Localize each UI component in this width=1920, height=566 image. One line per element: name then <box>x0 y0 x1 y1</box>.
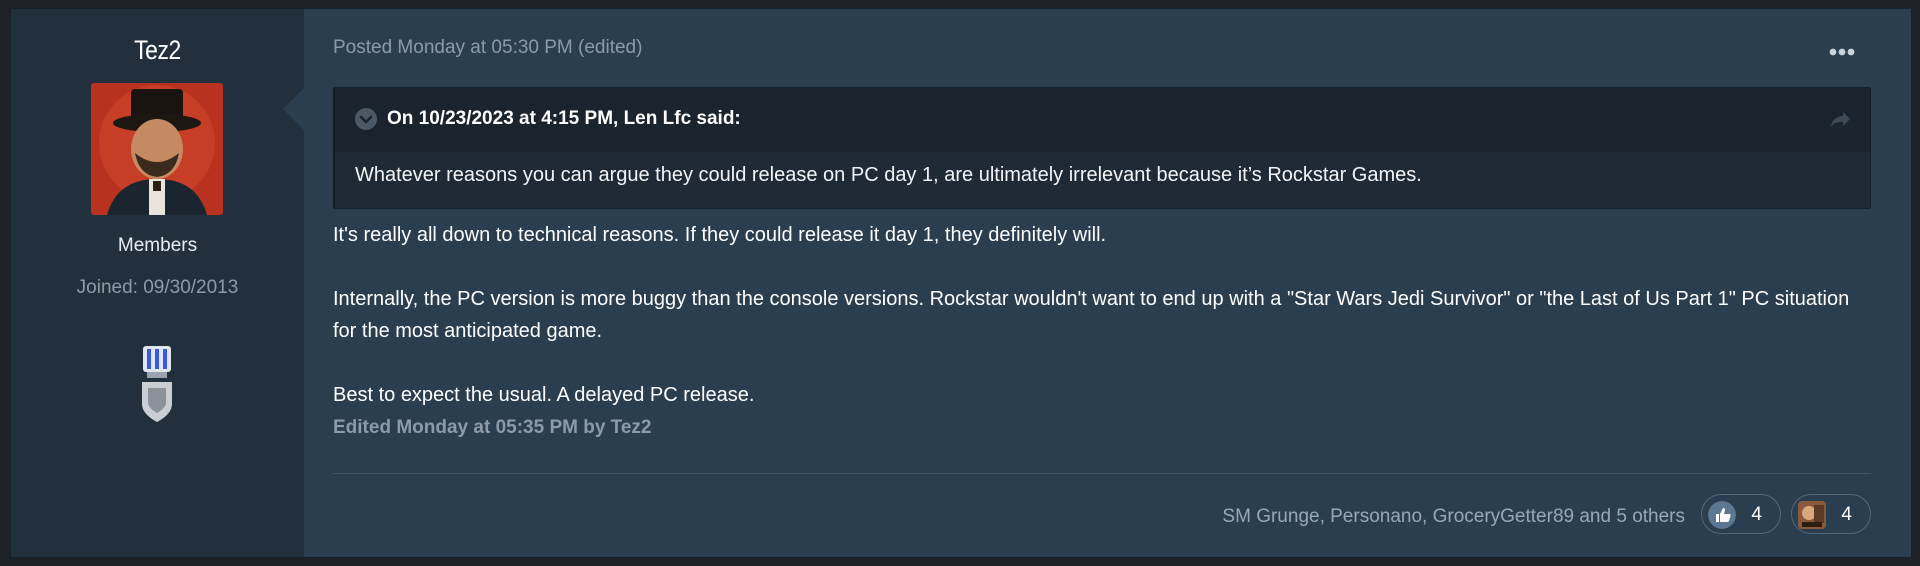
reaction-count: 4 <box>1751 504 1762 525</box>
chevron-down-icon[interactable] <box>355 108 377 130</box>
post-meta[interactable]: Posted Monday at 05:30 PM (edited) <box>333 37 642 59</box>
like-reaction-button[interactable]: 4 <box>1701 494 1781 534</box>
quote-text: Whatever reasons you can argue they coul… <box>355 164 1422 186</box>
joined-date: Joined: 09/30/2013 <box>76 277 239 298</box>
edited-note: Edited Monday at 05:35 PM by Tez2 <box>333 417 652 438</box>
avatar[interactable] <box>91 83 223 215</box>
more-options-icon[interactable] <box>1829 44 1855 56</box>
divider <box>333 473 1871 474</box>
panel-arrow <box>283 87 305 131</box>
post-paragraph: It's really all down to technical reason… <box>333 224 1107 246</box>
post-paragraph: Best to expect the usual. A delayed PC r… <box>333 384 755 406</box>
quote-citation[interactable]: On 10/23/2023 at 4:15 PM, Len Lfc said: <box>387 108 741 130</box>
author-name[interactable]: Tez2 <box>33 35 282 66</box>
post-container: Tez2 Members Joined: 09/30/2013 Posted M… <box>10 8 1912 558</box>
share-arrow-icon[interactable] <box>1830 108 1852 130</box>
quote-block: On 10/23/2023 at 4:15 PM, Len Lfc said: … <box>333 87 1871 209</box>
custom-reaction-button[interactable]: 4 <box>1791 494 1871 534</box>
rank-badge-icon <box>139 346 175 422</box>
thumbs-up-icon <box>1708 501 1736 529</box>
custom-reaction-icon <box>1798 501 1826 529</box>
member-group: Members <box>117 235 198 256</box>
reaction-likers[interactable]: SM Grunge, Personano, GroceryGetter89 an… <box>1222 506 1685 528</box>
post-paragraph: Internally, the PC version is more buggy… <box>333 288 1850 342</box>
reaction-count: 4 <box>1841 504 1852 525</box>
author-panel: Tez2 Members Joined: 09/30/2013 <box>11 9 304 557</box>
